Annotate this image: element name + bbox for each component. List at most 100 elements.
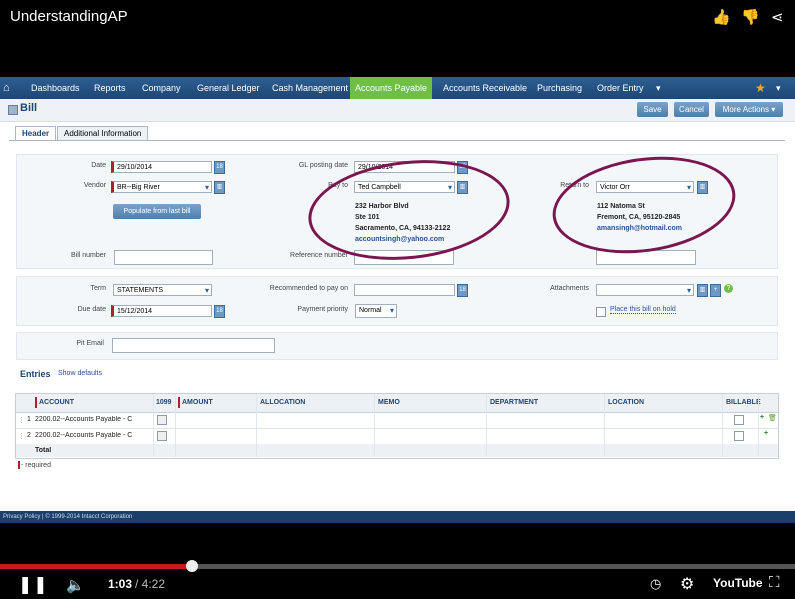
- add-row-icon[interactable]: +: [760, 414, 764, 421]
- volume-icon[interactable]: 🔈: [66, 576, 85, 594]
- col-amount: AMOUNT: [182, 399, 213, 406]
- vendor-label: Vendor: [83, 182, 106, 189]
- row-account[interactable]: 2200.02--Accounts Payable - C: [35, 416, 155, 423]
- col-memo: MEMO: [378, 399, 400, 406]
- more-actions-button[interactable]: More Actions ▾: [715, 102, 783, 117]
- hold-label[interactable]: Place this bill on hold: [610, 306, 676, 314]
- hold-checkbox[interactable]: [596, 307, 606, 317]
- drag-handle-icon[interactable]: ⋮: [18, 416, 25, 424]
- thumbs-down-icon[interactable]: 👎: [741, 8, 760, 26]
- col-divider: [758, 394, 759, 457]
- scrubber-handle[interactable]: [185, 560, 198, 572]
- calendar-icon[interactable]: 18: [214, 161, 225, 174]
- due-date-input[interactable]: 15/12/2014: [111, 305, 212, 317]
- app-footer: Privacy Policy | © 1999-2014 Intacct Cor…: [0, 511, 795, 523]
- bill-icon: [8, 105, 18, 115]
- payment-priority-select[interactable]: Normal: [355, 304, 397, 318]
- attachments-select[interactable]: [596, 284, 694, 296]
- favorites-chevron-icon[interactable]: ▾: [776, 77, 781, 99]
- col-location: LOCATION: [608, 399, 645, 406]
- attachment-lookup-icon[interactable]: ▥: [697, 284, 708, 297]
- page-title: Bill: [20, 102, 38, 114]
- add-row-icon[interactable]: +: [764, 430, 768, 437]
- thumbs-up-icon[interactable]: 👍: [712, 8, 731, 26]
- row-number: 2: [27, 432, 31, 439]
- col-account: ACCOUNT: [39, 399, 74, 406]
- nav-purchasing[interactable]: Purchasing: [537, 77, 582, 99]
- col-divider: [486, 394, 487, 457]
- nav-reports[interactable]: Reports: [94, 77, 126, 99]
- row-billable-checkbox[interactable]: [734, 431, 744, 441]
- col-department: DEPARTMENT: [490, 399, 539, 406]
- pit-email-input[interactable]: [112, 338, 275, 353]
- attachment-add-icon[interactable]: +: [710, 284, 721, 297]
- term-select[interactable]: STATEMENTS: [113, 284, 212, 296]
- cancel-button[interactable]: Cancel: [674, 102, 709, 117]
- video-progress-bar[interactable]: [0, 560, 795, 572]
- home-icon[interactable]: ⌂: [3, 77, 10, 99]
- drag-handle-icon[interactable]: ⋮: [18, 432, 25, 440]
- col-divider: [722, 394, 723, 457]
- due-date-label: Due date: [77, 306, 106, 313]
- entries-title: Entries: [20, 369, 51, 379]
- nav-dashboards[interactable]: Dashboards: [31, 77, 80, 99]
- nav-accounts-receivable[interactable]: Accounts Receivable: [443, 77, 527, 99]
- attachments-label: Attachments: [550, 285, 589, 292]
- reference-number-label: Reference number: [290, 252, 348, 259]
- col-divider: [175, 394, 176, 457]
- save-button[interactable]: Save: [637, 102, 668, 117]
- youtube-logo[interactable]: YouTube: [713, 576, 763, 590]
- date-input[interactable]: 29/10/2014: [111, 161, 212, 173]
- col-divider: [153, 394, 154, 457]
- gl-posting-date-label: GL posting date: [298, 162, 348, 169]
- video-title[interactable]: UnderstandingAP: [10, 8, 128, 25]
- vendor-lookup-icon[interactable]: ▥: [214, 181, 225, 194]
- video-progress-fill: [0, 564, 192, 569]
- recommended-calendar-icon[interactable]: 18: [457, 284, 468, 297]
- tab-header[interactable]: Header: [15, 126, 57, 140]
- nav-more-chevron-icon[interactable]: ▾: [656, 77, 661, 99]
- col-1099: 1099: [156, 399, 172, 406]
- main-nav: ⌂ Dashboards Reports Company General Led…: [0, 77, 795, 99]
- nav-company[interactable]: Company: [142, 77, 181, 99]
- populate-from-last-bill-button[interactable]: Populate from last bill: [113, 204, 201, 219]
- tab-divider: [9, 140, 785, 141]
- nav-general-ledger[interactable]: General Ledger: [197, 77, 260, 99]
- trash-icon[interactable]: 🗑: [768, 414, 777, 422]
- row-billable-checkbox[interactable]: [734, 415, 744, 425]
- entries-table: ACCOUNT 1099 AMOUNT ALLOCATION MEMO DEPA…: [15, 393, 779, 459]
- fullscreen-icon[interactable]: ⛶: [769, 574, 780, 591]
- pause-icon[interactable]: ❚❚: [18, 575, 49, 595]
- settings-gear-icon[interactable]: ⚙: [680, 574, 694, 594]
- col-divider: [374, 394, 375, 457]
- tab-additional-information[interactable]: Additional Information: [57, 126, 149, 140]
- nav-order-entry[interactable]: Order Entry: [597, 77, 644, 99]
- amount-required-marker: [178, 397, 180, 408]
- vendor-select[interactable]: BR--Big River: [111, 181, 212, 193]
- col-divider: [604, 394, 605, 457]
- row-account[interactable]: 2200.02--Accounts Payable - C: [35, 432, 155, 439]
- due-calendar-icon[interactable]: 18: [214, 305, 225, 318]
- col-allocation: ALLOCATION: [260, 399, 306, 406]
- payment-priority-label: Payment priority: [297, 306, 348, 313]
- nav-accounts-payable[interactable]: Accounts Payable: [350, 77, 432, 99]
- help-icon[interactable]: ?: [724, 284, 733, 293]
- star-icon[interactable]: ★: [755, 77, 766, 99]
- time-current: 1:03: [108, 577, 133, 591]
- share-icon[interactable]: ⋖: [771, 8, 784, 26]
- term-label: Term: [90, 285, 106, 292]
- required-note: - required: [21, 462, 51, 469]
- row-number: 1: [27, 416, 31, 423]
- pit-email-label: Pit Email: [76, 340, 104, 347]
- required-marker: [18, 461, 20, 469]
- row-1099-checkbox[interactable]: [157, 431, 167, 441]
- bill-number-input[interactable]: [114, 250, 213, 265]
- recommended-pay-input[interactable]: [354, 284, 455, 296]
- intacct-app: ⌂ Dashboards Reports Company General Led…: [0, 77, 795, 523]
- nav-cash-management[interactable]: Cash Management: [272, 77, 348, 99]
- time-total: / 4:22: [135, 577, 166, 591]
- watch-later-icon[interactable]: ◷: [650, 576, 661, 592]
- total-label: Total: [35, 447, 52, 454]
- row-1099-checkbox[interactable]: [157, 415, 167, 425]
- show-defaults-link[interactable]: Show defaults: [58, 370, 102, 377]
